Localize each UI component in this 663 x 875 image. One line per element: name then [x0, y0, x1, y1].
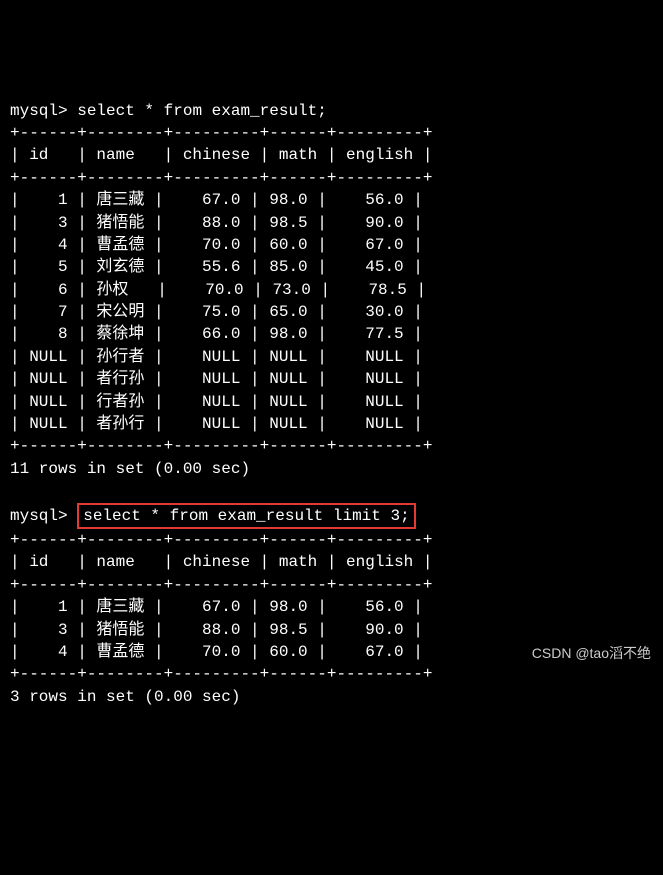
table-row: | 4 | 曹孟德 | 70.0 | 60.0 | 67.0 | — [10, 236, 423, 254]
table-border: +------+--------+---------+------+------… — [10, 665, 432, 683]
table-border: +------+--------+---------+------+------… — [10, 531, 432, 549]
table-row: | NULL | 行者孙 | NULL | NULL | NULL | — [10, 393, 423, 411]
sql-query-1: select * from exam_result; — [77, 102, 327, 120]
table-row: | NULL | 孙行者 | NULL | NULL | NULL | — [10, 348, 423, 366]
result-summary-2: 3 rows in set (0.00 sec) — [10, 688, 240, 706]
table-row: | 1 | 唐三藏 | 67.0 | 98.0 | 56.0 | — [10, 598, 423, 616]
table-border: +------+--------+---------+------+------… — [10, 576, 432, 594]
table-row: | 5 | 刘玄德 | 55.6 | 85.0 | 45.0 | — [10, 258, 423, 276]
table-border: +------+--------+---------+------+------… — [10, 169, 432, 187]
watermark: CSDN @tao滔不绝 — [532, 644, 651, 664]
table-header: | id | name | chinese | math | english | — [10, 553, 432, 571]
table-row: | 6 | 孙权 | 70.0 | 73.0 | 78.5 | — [10, 281, 426, 299]
table-row: | 4 | 曹孟德 | 70.0 | 60.0 | 67.0 | — [10, 643, 423, 661]
table-header: | id | name | chinese | math | english | — [10, 146, 432, 164]
result-summary-1: 11 rows in set (0.00 sec) — [10, 460, 250, 478]
terminal-output: mysql> select * from exam_result; +-----… — [10, 100, 653, 709]
sql-query-2-highlighted: select * from exam_result limit 3; — [77, 503, 415, 529]
table-row: | 3 | 猪悟能 | 88.0 | 98.5 | 90.0 | — [10, 214, 423, 232]
table-row: | 1 | 唐三藏 | 67.0 | 98.0 | 56.0 | — [10, 191, 423, 209]
table-row: | 8 | 蔡徐坤 | 66.0 | 98.0 | 77.5 | — [10, 325, 423, 343]
mysql-prompt: mysql> — [10, 507, 68, 525]
table-row: | 3 | 猪悟能 | 88.0 | 98.5 | 90.0 | — [10, 621, 423, 639]
table-row: | NULL | 者孙行 | NULL | NULL | NULL | — [10, 415, 423, 433]
mysql-prompt: mysql> — [10, 102, 68, 120]
table-row: | 7 | 宋公明 | 75.0 | 65.0 | 30.0 | — [10, 303, 423, 321]
table-row: | NULL | 者行孙 | NULL | NULL | NULL | — [10, 370, 423, 388]
table-border: +------+--------+---------+------+------… — [10, 124, 432, 142]
table-border: +------+--------+---------+------+------… — [10, 437, 432, 455]
